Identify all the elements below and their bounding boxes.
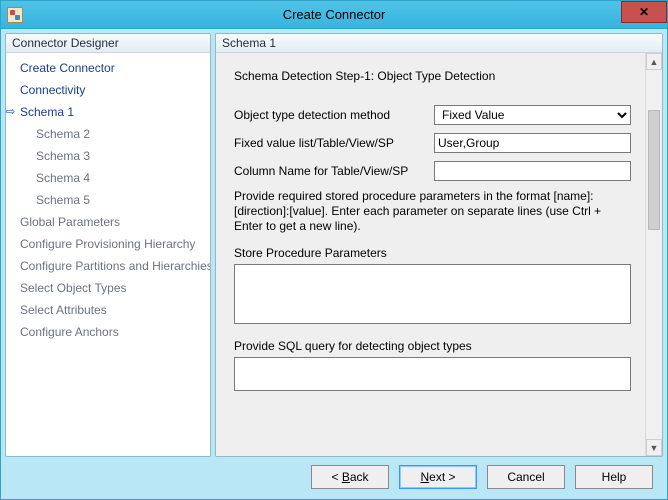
nav-label: Configure Partitions and Hierarchies: [20, 257, 210, 275]
client-area: Connector Designer Create Connector Conn…: [1, 29, 667, 499]
nav-configure-partitions-hierarchies[interactable]: Configure Partitions and Hierarchies: [6, 255, 210, 277]
nav-label: Schema 1: [20, 103, 74, 121]
nav-label: Schema 3: [36, 147, 90, 165]
select-detection-method[interactable]: Fixed Value: [434, 105, 631, 125]
nav-configure-provisioning-hierarchy[interactable]: Configure Provisioning Hierarchy: [6, 233, 210, 255]
step-title: Schema Detection Step-1: Object Type Det…: [234, 69, 631, 83]
label-fixed-value: Fixed value list/Table/View/SP: [234, 136, 434, 150]
textarea-sql-query[interactable]: [234, 357, 631, 391]
textarea-sp-params[interactable]: [234, 264, 631, 324]
main-panel: Schema 1 Schema Detection Step-1: Object…: [215, 33, 663, 457]
hint-sp-params: Provide required stored procedure parame…: [234, 189, 631, 234]
nav-label: Schema 4: [36, 169, 90, 187]
chevron-down-icon: ▼: [650, 443, 659, 453]
work-area: Connector Designer Create Connector Conn…: [5, 33, 663, 457]
label-sp-params: Store Procedure Parameters: [234, 246, 631, 260]
nav-label: Schema 2: [36, 125, 90, 143]
scroll-down-button[interactable]: ▼: [646, 439, 662, 456]
nav-label: Connectivity: [20, 81, 85, 99]
nav-select-attributes[interactable]: Select Attributes: [6, 299, 210, 321]
form-area: Schema Detection Step-1: Object Type Det…: [216, 53, 645, 456]
titlebar: Create Connector ✕: [1, 1, 667, 29]
close-icon: ✕: [639, 5, 649, 19]
connector-designer-sidebar: Connector Designer Create Connector Conn…: [5, 33, 211, 457]
nav-connectivity[interactable]: Connectivity: [6, 79, 210, 101]
nav-schema-2[interactable]: Schema 2: [6, 123, 210, 145]
nav-schema-5[interactable]: Schema 5: [6, 189, 210, 211]
chevron-up-icon: ▲: [650, 57, 659, 67]
nav-schema-1[interactable]: ⇨Schema 1: [6, 101, 210, 123]
nav-label: Select Attributes: [20, 301, 107, 319]
main-header: Schema 1: [216, 34, 662, 53]
label-sql-query: Provide SQL query for detecting object t…: [234, 339, 631, 353]
nav-configure-anchors[interactable]: Configure Anchors: [6, 321, 210, 343]
nav-label: Global Parameters: [20, 213, 120, 231]
help-button[interactable]: Help: [575, 465, 653, 489]
wizard-footer: < Back Next > Cancel Help: [5, 457, 663, 495]
scroll-track[interactable]: [646, 70, 662, 439]
input-fixed-value[interactable]: [434, 133, 631, 153]
nav-label: Select Object Types: [20, 279, 127, 297]
row-detection-method: Object type detection method Fixed Value: [234, 105, 631, 125]
label-column-name: Column Name for Table/View/SP: [234, 164, 434, 178]
back-button[interactable]: < Back: [311, 465, 389, 489]
scroll-thumb[interactable]: [648, 110, 660, 230]
close-button[interactable]: ✕: [621, 1, 667, 23]
vertical-scrollbar[interactable]: ▲ ▼: [645, 53, 662, 456]
row-fixed-value: Fixed value list/Table/View/SP: [234, 133, 631, 153]
row-column-name: Column Name for Table/View/SP: [234, 161, 631, 181]
next-button[interactable]: Next >: [399, 465, 477, 489]
form-scroll-container: Schema Detection Step-1: Object Type Det…: [216, 53, 662, 456]
nav-label: Create Connector: [20, 59, 115, 77]
sidebar-header: Connector Designer: [6, 34, 210, 53]
cancel-button[interactable]: Cancel: [487, 465, 565, 489]
window-frame: Create Connector ✕ Connector Designer Cr…: [0, 0, 668, 500]
nav-select-object-types[interactable]: Select Object Types: [6, 277, 210, 299]
nav-label: Configure Anchors: [20, 323, 119, 341]
scroll-up-button[interactable]: ▲: [646, 53, 662, 70]
sidebar-nav: Create Connector Connectivity ⇨Schema 1 …: [6, 53, 210, 347]
nav-schema-3[interactable]: Schema 3: [6, 145, 210, 167]
nav-schema-4[interactable]: Schema 4: [6, 167, 210, 189]
input-column-name[interactable]: [434, 161, 631, 181]
current-step-arrow-icon: ⇨: [6, 103, 20, 121]
nav-create-connector[interactable]: Create Connector: [6, 57, 210, 79]
nav-label: Configure Provisioning Hierarchy: [20, 235, 195, 253]
label-detection-method: Object type detection method: [234, 108, 434, 122]
window-title: Create Connector: [1, 7, 667, 22]
nav-global-parameters[interactable]: Global Parameters: [6, 211, 210, 233]
nav-label: Schema 5: [36, 191, 90, 209]
